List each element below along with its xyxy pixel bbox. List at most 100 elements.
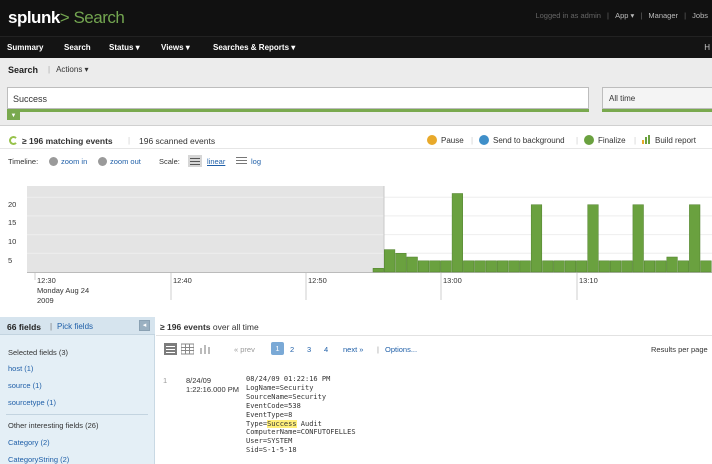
timeline-controls: Timeline: zoom in zoom out Scale: linear… — [0, 151, 712, 171]
field-categorystring[interactable]: CategoryString (2) — [8, 455, 69, 464]
timeline-bar[interactable] — [587, 204, 599, 273]
timeline-svg — [27, 186, 712, 300]
actions-menu[interactable]: | Actions ▾ — [48, 65, 89, 74]
app-menu[interactable]: App ▾ — [615, 11, 634, 20]
top-bar: splunk> Search Logged in as admin | App … — [0, 0, 712, 36]
timeline-bar[interactable] — [429, 260, 441, 273]
search-input-underline — [7, 109, 589, 112]
results-pager: « prev 1 2 3 4 next » | Options... Resul… — [160, 340, 712, 360]
field-sourcetype[interactable]: sourcetype (1) — [8, 398, 56, 407]
nav-status[interactable]: Status ▾ — [109, 43, 140, 52]
timeline-bar[interactable] — [677, 260, 689, 273]
splunk-logo[interactable]: splunk> Search — [8, 8, 125, 28]
event-number: 1 — [163, 376, 168, 385]
timeline-bar[interactable] — [610, 260, 622, 273]
timeline-bar[interactable] — [564, 260, 576, 273]
send-to-background-button[interactable]: Send to background — [479, 135, 565, 145]
logged-in-text: Logged in as admin — [535, 11, 601, 20]
timeline-bar[interactable] — [519, 260, 531, 273]
timeline-bar[interactable] — [700, 260, 712, 273]
manager-link[interactable]: Manager — [648, 11, 678, 20]
progress-spinner-icon — [9, 136, 18, 145]
timeline-bar[interactable] — [451, 193, 463, 273]
finalize-button[interactable]: Finalize — [584, 135, 626, 145]
y-tick-15: 15 — [8, 218, 17, 227]
timeline-bar[interactable] — [384, 249, 396, 273]
timeline-bar[interactable] — [417, 260, 430, 273]
background-icon — [479, 135, 489, 145]
jobs-link[interactable]: Jobs — [692, 11, 708, 20]
timeline-bar[interactable] — [372, 268, 384, 273]
search-assistant-toggle[interactable]: ▼ — [7, 112, 20, 120]
timeline-bar[interactable] — [463, 260, 475, 273]
list-view-icon[interactable] — [164, 343, 177, 355]
timeline-bar[interactable] — [643, 260, 656, 273]
timeline-bar[interactable] — [485, 260, 497, 273]
next-page-link[interactable]: next » — [343, 345, 363, 354]
build-report-button[interactable]: Build report — [642, 135, 696, 145]
page-4[interactable]: 4 — [324, 345, 328, 354]
results-header: ≥ 196 events over all time — [160, 317, 712, 335]
timeline-bar[interactable] — [576, 260, 588, 273]
page-2[interactable]: 2 — [290, 345, 294, 354]
nav-views[interactable]: Views ▾ — [161, 43, 190, 52]
pick-fields-link[interactable]: Pick fields — [57, 322, 93, 331]
collapse-sidebar-icon[interactable]: ◂ — [139, 320, 150, 331]
timeline-bar[interactable] — [666, 256, 678, 273]
other-fields-header: Other interesting fields (26) — [8, 421, 99, 430]
nav-searches-reports[interactable]: Searches & Reports ▾ — [213, 43, 295, 52]
timeline-bar[interactable] — [689, 204, 701, 273]
timeline-bar[interactable] — [440, 260, 452, 273]
table-view-icon[interactable] — [181, 343, 194, 355]
timeline-label: Timeline: — [8, 157, 39, 166]
timeline-bar[interactable] — [406, 256, 418, 273]
x-tick-1230: 12:30 Monday Aug 24 2009 — [37, 276, 90, 305]
timeline-bar[interactable] — [508, 260, 520, 273]
zoom-in-button[interactable]: zoom in — [49, 157, 87, 166]
timeline-bar[interactable] — [598, 260, 610, 273]
options-link[interactable]: Options... — [385, 345, 417, 354]
timeline-bar[interactable] — [632, 204, 644, 273]
event-raw-text[interactable]: 08/24/09 01:22:16 PM LogName=Security So… — [246, 375, 356, 455]
timeline-empty-region — [27, 186, 384, 272]
timeline-chart[interactable]: 20 15 10 5 12:30 Monday Aug 24 2009 12:40 … — [0, 172, 712, 312]
fields-divider — [6, 414, 148, 415]
timeline-bar[interactable] — [542, 260, 554, 273]
zoom-out-icon — [98, 157, 107, 166]
results-divider — [156, 335, 712, 336]
x-tick-1250: 12:50 — [308, 276, 327, 285]
fields-sidebar: 66 fields | Pick fields ◂ Selected field… — [0, 317, 155, 464]
field-source[interactable]: source (1) — [8, 381, 42, 390]
search-panel: Search | Actions ▾ Success ▼ All time — [0, 58, 712, 126]
nav-help[interactable]: H — [704, 43, 710, 52]
x-tick-1240: 12:40 — [173, 276, 192, 285]
pause-button[interactable]: Pause — [427, 135, 464, 145]
linear-scale-link[interactable]: linear — [207, 157, 225, 166]
time-range-select[interactable]: All time — [602, 87, 712, 109]
log-scale-link[interactable]: log — [251, 157, 261, 166]
timeline-bar[interactable] — [655, 260, 667, 273]
field-category[interactable]: Category (2) — [8, 438, 50, 447]
chart-view-icon[interactable] — [199, 343, 212, 355]
page-3[interactable]: 3 — [307, 345, 311, 354]
timeline-bar[interactable] — [553, 260, 565, 273]
nav-summary[interactable]: Summary — [7, 43, 43, 52]
timeline-bar[interactable] — [621, 260, 633, 273]
y-tick-10: 10 — [8, 237, 17, 246]
x-tick-1310: 13:10 — [579, 276, 598, 285]
results-count: ≥ 196 events over all time — [160, 322, 259, 332]
timeline-bar[interactable] — [395, 253, 407, 273]
zoom-in-icon — [49, 157, 58, 166]
prev-page-link[interactable]: « prev — [234, 345, 255, 354]
timeline-bar[interactable] — [474, 260, 486, 273]
page-1[interactable]: 1 — [271, 342, 284, 355]
nav-search[interactable]: Search — [64, 43, 91, 52]
timeline-bar[interactable] — [497, 260, 509, 273]
zoom-out-button[interactable]: zoom out — [98, 157, 141, 166]
timeline-bar[interactable] — [530, 204, 543, 273]
search-input[interactable]: Success — [7, 87, 589, 109]
scanned-events-count: 196 scanned events — [139, 136, 216, 146]
search-term-highlight: Success — [267, 419, 297, 428]
field-host[interactable]: host (1) — [8, 364, 33, 373]
results-per-page-label: Results per page — [651, 345, 708, 354]
